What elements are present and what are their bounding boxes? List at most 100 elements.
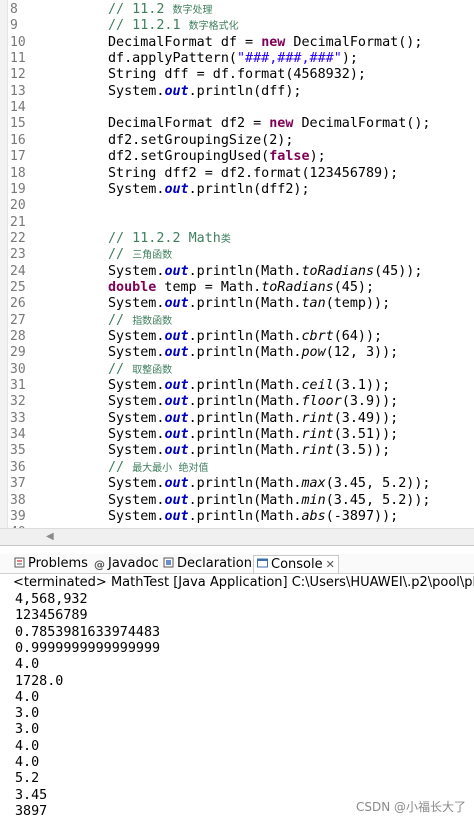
close-icon[interactable]: ✕ [326, 558, 335, 571]
code-line: 11 df.applyPattern("###,###,###"); [0, 51, 474, 67]
line-number: 38 [10, 492, 26, 508]
code-token: rint [301, 410, 334, 426]
code-token: (-3897)); [325, 508, 399, 524]
code-token: 数字格式化 [188, 21, 239, 33]
code-line: 35 System.out.println(Math.rint(3.5)); [0, 443, 474, 459]
code-line: 12 String dff = df.format(4568932); [0, 67, 474, 83]
code-line: 10 DecimalFormat df = new DecimalFormat()… [0, 35, 474, 51]
line-number: 22 [10, 230, 26, 246]
console-output-line: 0.9999999999999999 [15, 640, 161, 656]
console-output-line: 4.0 [15, 689, 40, 705]
code-line: 36 // 最大最小 绝对值 [0, 460, 474, 476]
console-output-line: 4.0 [15, 755, 40, 770]
code-line: 9 // 11.2.1 数字格式化 [0, 18, 474, 34]
code-token: DecimalFormat(); [285, 34, 423, 50]
code-token: max [301, 476, 326, 492]
console-output-line: 3.0 [15, 722, 40, 738]
console-output[interactable]: 4,568,932 123456789 0.7853981633974483 0.99… [0, 592, 474, 821]
line-number: 15 [10, 116, 26, 132]
code-line: 8 // 11.2 数字处理 [0, 2, 474, 18]
javadoc-icon: @ [94, 558, 105, 571]
code-line: 34 System.out.println(Math.rint(3.51)); [0, 427, 474, 443]
code-token: // [108, 361, 133, 377]
console-output-line: 4.0 [15, 657, 40, 673]
code-token: (3.45, 5.2)); [325, 492, 431, 508]
panel-gap [0, 546, 474, 554]
code-line: 23 // 三角函数 [0, 247, 474, 263]
code-token: 指数函数 [132, 315, 173, 327]
code-token: ); [309, 149, 326, 165]
line-number: 27 [10, 312, 26, 328]
code-token: (45)); [374, 263, 423, 279]
tab-declaration[interactable]: Declaration [163, 555, 252, 573]
code-token: out [164, 410, 189, 426]
code-token: System. [108, 263, 165, 279]
code-line: 16 df2.setGroupingSize(2); [0, 133, 474, 149]
code-line: 37 System.out.println(Math.max(3.45, 5.2)… [0, 476, 474, 492]
line-number: 19 [10, 181, 26, 197]
code-text: df2.setGroupingUsed(false); [108, 149, 326, 165]
code-line: 28 System.out.println(Math.cbrt(64)); [0, 329, 474, 345]
code-token: System. [108, 427, 165, 443]
code-token: .println(Math. [188, 410, 302, 426]
code-token: .println(Math. [188, 427, 302, 443]
code-text: df.applyPattern("###,###,###"); [108, 51, 358, 67]
console-output-line: 1728.0 [15, 673, 64, 689]
code-text: // 指数函数 [108, 313, 172, 330]
code-token: String dff2 = df2.format(123456789); [108, 165, 399, 181]
code-token: new [269, 116, 294, 132]
code-token: System. [108, 181, 165, 197]
horizontal-scrollbar[interactable]: ◀ [0, 528, 474, 546]
code-line: 21 [0, 215, 474, 231]
code-token: out [164, 476, 189, 492]
scroll-left-arrow-icon[interactable]: ◀ [46, 531, 54, 542]
problems-icon [14, 557, 25, 568]
code-token: .println(Math. [188, 508, 302, 524]
code-token: 取整函数 [132, 364, 173, 376]
line-number: 12 [10, 67, 26, 83]
code-line: 33 System.out.println(Math.rint(3.49)); [0, 411, 474, 427]
code-token: DecimalFormat df = [108, 34, 262, 50]
code-token: min [301, 492, 326, 508]
code-token: rint [301, 443, 334, 459]
code-token: .println(dff); [188, 83, 302, 99]
code-text: // 11.2.1 数字格式化 [108, 18, 239, 35]
line-number: 25 [10, 279, 26, 295]
code-line: 17 df2.setGroupingUsed(false); [0, 149, 474, 165]
code-line: 29 System.out.println(Math.pow(12, 3)); [0, 345, 474, 361]
tab-console[interactable]: Console ✕ [253, 555, 339, 573]
code-token: (12, 3)); [325, 345, 399, 361]
console-icon [257, 558, 268, 568]
code-token: .println(Math. [188, 492, 302, 508]
code-token: abs [301, 508, 326, 524]
code-text: System.out.println(Math.pow(12, 3)); [108, 345, 398, 361]
code-token: System. [108, 492, 165, 508]
code-editor[interactable]: 8 // 11.2 数字处理 9 // 11.2.1 数字格式化 10 DecimalFo… [0, 0, 474, 528]
code-text: System.out.println(Math.tan(temp)); [108, 296, 390, 312]
line-number: 35 [10, 443, 26, 459]
line-number: 30 [10, 361, 26, 377]
line-number: 21 [10, 214, 26, 230]
line-number: 37 [10, 476, 26, 492]
code-line: 39 System.out.println(Math.abs(-3897)); [0, 509, 474, 525]
code-token: ); [341, 51, 358, 67]
code-token: 类 [220, 233, 231, 245]
code-token: out [164, 329, 189, 344]
tab-javadoc[interactable]: @ Javadoc [94, 555, 159, 573]
code-token: new [261, 34, 286, 50]
line-number: 20 [10, 198, 26, 214]
line-number: 14 [10, 100, 26, 116]
line-number: 13 [10, 83, 26, 99]
console-output-line: 5.2 [15, 771, 40, 787]
code-line: 22 // 11.2.2 Math类 [0, 231, 474, 247]
console-output-line: 4.0 [15, 738, 40, 754]
code-text: // 最大最小 绝对值 [108, 460, 209, 477]
code-token: System. [108, 329, 165, 344]
code-text: System.out.println(Math.rint(3.51)); [108, 427, 398, 443]
line-number: 8 [10, 2, 18, 17]
tab-problems[interactable]: Problems [14, 555, 88, 573]
code-line: 27 // 指数函数 [0, 313, 474, 329]
code-token: // [108, 312, 133, 328]
code-text: System.out.println(Math.cbrt(64)); [108, 329, 382, 345]
code-text: String dff = df.format(4568932); [108, 67, 366, 83]
